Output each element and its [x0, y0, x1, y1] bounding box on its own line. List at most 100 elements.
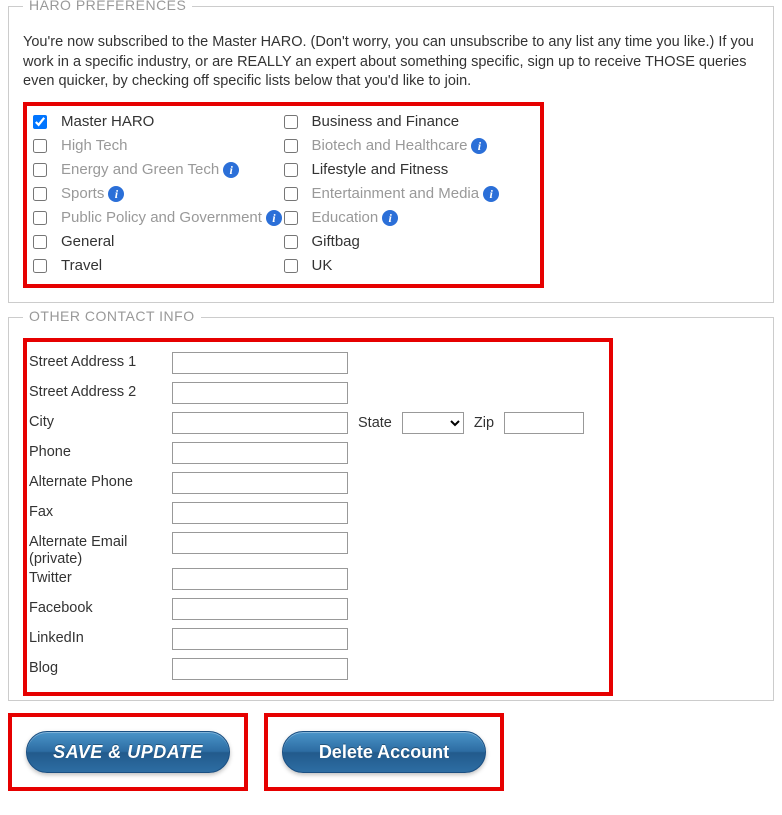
- pref-label-left-1: High Tech: [61, 137, 127, 154]
- pref-item-right-1: Biotech and Healthcarei: [284, 134, 535, 158]
- city-label: City: [27, 412, 172, 431]
- facebook-input[interactable]: [172, 598, 348, 620]
- delete-account-button[interactable]: Delete Account: [282, 731, 486, 773]
- pref-checkbox-left-4[interactable]: [33, 211, 47, 225]
- save-update-button[interactable]: SAVE & UPDATE: [26, 731, 230, 773]
- city-input[interactable]: [172, 412, 348, 434]
- pref-item-right-5: Giftbag: [284, 230, 535, 254]
- pref-label-right-6: UK: [312, 257, 333, 274]
- pref-item-left-4: Public Policy and Governmenti: [33, 206, 284, 230]
- pref-item-left-6: Travel: [33, 254, 284, 278]
- pref-label-right-1: Biotech and Healthcare: [312, 137, 468, 154]
- zip-input[interactable]: [504, 412, 584, 434]
- fax-row: Fax: [27, 502, 597, 524]
- haro-options-highlight: Master HARO High Tech Energy and Green Tec…: [23, 102, 544, 288]
- pref-checkbox-right-5[interactable]: [284, 235, 298, 249]
- linkedin-input[interactable]: [172, 628, 348, 650]
- pref-label-right-3: Entertainment and Media: [312, 185, 480, 202]
- pref-item-right-4: Educationi: [284, 206, 535, 230]
- haro-right-column: Business and Finance Biotech and Healthca…: [284, 110, 535, 278]
- save-button-highlight: SAVE & UPDATE: [8, 713, 248, 791]
- pref-label-left-6: Travel: [61, 257, 102, 274]
- street2-label: Street Address 2: [27, 382, 172, 401]
- altphone-row: Alternate Phone: [27, 472, 597, 494]
- altemail-label: Alternate Email (private): [27, 532, 172, 569]
- pref-checkbox-left-3[interactable]: [33, 187, 47, 201]
- pref-checkbox-left-1[interactable]: [33, 139, 47, 153]
- haro-intro-text: You're now subscribed to the Master HARO…: [23, 33, 759, 92]
- street1-label: Street Address 1: [27, 352, 172, 371]
- pref-label-left-3: Sports: [61, 185, 104, 202]
- pref-label-right-4: Education: [312, 209, 379, 226]
- linkedin-row: LinkedIn: [27, 628, 597, 650]
- phone-label: Phone: [27, 442, 172, 461]
- pref-item-left-1: High Tech: [33, 134, 284, 158]
- altemail-row: Alternate Email (private): [27, 532, 597, 569]
- altphone-label: Alternate Phone: [27, 472, 172, 491]
- twitter-row: Twitter: [27, 568, 597, 590]
- pref-label-right-5: Giftbag: [312, 233, 360, 250]
- pref-checkbox-left-2[interactable]: [33, 163, 47, 177]
- fax-label: Fax: [27, 502, 172, 521]
- pref-checkbox-left-0[interactable]: [33, 115, 47, 129]
- info-icon[interactable]: i: [471, 138, 487, 154]
- fax-input[interactable]: [172, 502, 348, 524]
- phone-input[interactable]: [172, 442, 348, 464]
- contact-legend: OTHER CONTACT INFO: [23, 308, 201, 324]
- pref-checkbox-left-6[interactable]: [33, 259, 47, 273]
- linkedin-label: LinkedIn: [27, 628, 172, 647]
- pref-item-left-2: Energy and Green Techi: [33, 158, 284, 182]
- pref-checkbox-right-6[interactable]: [284, 259, 298, 273]
- altphone-input[interactable]: [172, 472, 348, 494]
- state-select[interactable]: [402, 412, 464, 434]
- blog-input[interactable]: [172, 658, 348, 680]
- info-icon[interactable]: i: [266, 210, 282, 226]
- haro-legend: HARO PREFERENCES: [23, 0, 192, 13]
- street2-input[interactable]: [172, 382, 348, 404]
- twitter-label: Twitter: [27, 568, 172, 587]
- pref-label-right-0: Business and Finance: [312, 113, 460, 130]
- haro-options-columns: Master HARO High Tech Energy and Green Tec…: [33, 110, 534, 278]
- altemail-input[interactable]: [172, 532, 348, 554]
- zip-label: Zip: [474, 415, 494, 431]
- haro-preferences-section: HARO PREFERENCES You're now subscribed t…: [8, 6, 774, 303]
- pref-item-right-2: Lifestyle and Fitness: [284, 158, 535, 182]
- pref-item-right-3: Entertainment and Mediai: [284, 182, 535, 206]
- pref-label-left-2: Energy and Green Tech: [61, 161, 219, 178]
- pref-label-left-4: Public Policy and Government: [61, 209, 262, 226]
- street1-row: Street Address 1: [27, 352, 597, 374]
- pref-label-left-5: General: [61, 233, 114, 250]
- twitter-input[interactable]: [172, 568, 348, 590]
- pref-checkbox-right-3[interactable]: [284, 187, 298, 201]
- haro-left-column: Master HARO High Tech Energy and Green Tec…: [33, 110, 284, 278]
- info-icon[interactable]: i: [483, 186, 499, 202]
- pref-item-left-0: Master HARO: [33, 110, 284, 134]
- contact-form-highlight: Street Address 1 Street Address 2 City S…: [23, 338, 613, 697]
- pref-item-left-3: Sportsi: [33, 182, 284, 206]
- blog-row: Blog: [27, 658, 597, 680]
- pref-label-right-2: Lifestyle and Fitness: [312, 161, 449, 178]
- blog-label: Blog: [27, 658, 172, 677]
- pref-checkbox-left-5[interactable]: [33, 235, 47, 249]
- pref-checkbox-right-0[interactable]: [284, 115, 298, 129]
- action-buttons-row: SAVE & UPDATE Delete Account: [8, 713, 774, 791]
- street2-row: Street Address 2: [27, 382, 597, 404]
- other-contact-section: OTHER CONTACT INFO Street Address 1 Stre…: [8, 317, 774, 702]
- pref-checkbox-right-2[interactable]: [284, 163, 298, 177]
- facebook-row: Facebook: [27, 598, 597, 620]
- street1-input[interactable]: [172, 352, 348, 374]
- pref-label-left-0: Master HARO: [61, 113, 154, 130]
- info-icon[interactable]: i: [108, 186, 124, 202]
- pref-checkbox-right-4[interactable]: [284, 211, 298, 225]
- delete-button-highlight: Delete Account: [264, 713, 504, 791]
- pref-checkbox-right-1[interactable]: [284, 139, 298, 153]
- pref-item-right-0: Business and Finance: [284, 110, 535, 134]
- pref-item-left-5: General: [33, 230, 284, 254]
- info-icon[interactable]: i: [223, 162, 239, 178]
- state-label: State: [358, 415, 392, 431]
- pref-item-right-6: UK: [284, 254, 535, 278]
- city-row: City State Zip: [27, 412, 597, 434]
- info-icon[interactable]: i: [382, 210, 398, 226]
- phone-row: Phone: [27, 442, 597, 464]
- facebook-label: Facebook: [27, 598, 172, 617]
